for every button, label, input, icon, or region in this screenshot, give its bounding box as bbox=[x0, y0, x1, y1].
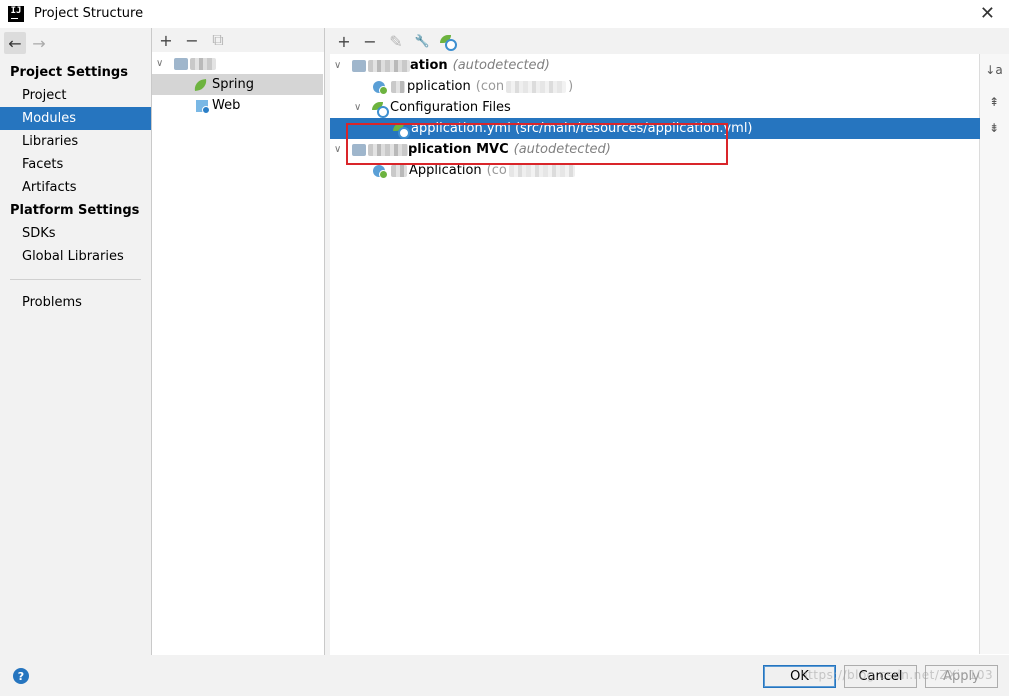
autodetected-note: (autodetected) bbox=[452, 58, 550, 73]
nav-item-sdks[interactable]: SDKs bbox=[0, 222, 151, 245]
add-icon[interactable]: + bbox=[336, 32, 352, 51]
config-file-row[interactable]: application.yml (src/main/resources/appl… bbox=[330, 118, 980, 139]
spring-config-icon[interactable] bbox=[440, 34, 457, 51]
platform-settings-heading: Platform Settings bbox=[10, 203, 140, 218]
dialog-footer: ? OK Cancel Apply bbox=[0, 655, 1009, 696]
title-bar: IJ Project Structure ✕ bbox=[0, 0, 1009, 28]
tree-side-toolbar: ↓a ⇞ ⇟ bbox=[980, 54, 1009, 654]
copy-icon[interactable]: ⧉ bbox=[210, 30, 226, 49]
chevron-down-icon[interactable]: ∨ bbox=[156, 58, 168, 69]
spring-toolbar: + − ✎ 🔧 bbox=[330, 28, 1009, 54]
facet-row-web[interactable]: Web bbox=[152, 95, 323, 116]
redacted-path bbox=[508, 164, 575, 177]
nav-item-facets[interactable]: Facets bbox=[0, 153, 151, 176]
nav-item-artifacts[interactable]: Artifacts bbox=[0, 176, 151, 199]
context-group-label: ation bbox=[410, 58, 448, 73]
context-item-row[interactable]: Application (co bbox=[330, 160, 980, 181]
cancel-button[interactable]: Cancel bbox=[844, 665, 917, 688]
add-icon[interactable]: + bbox=[158, 31, 174, 50]
context-group-row[interactable]: ∨ plication MVC (autodetected) bbox=[330, 139, 980, 160]
modules-panel: + − ⧉ ∨ Spring Web bbox=[152, 28, 324, 655]
context-item-path-open: (con bbox=[475, 79, 505, 94]
redacted-module-name bbox=[190, 57, 216, 70]
back-arrow-icon[interactable]: ← bbox=[4, 32, 26, 54]
expand-all-icon[interactable]: ⇞ bbox=[986, 94, 1002, 110]
collapse-all-icon[interactable]: ⇟ bbox=[986, 120, 1002, 136]
facet-label: Spring bbox=[212, 77, 254, 92]
chevron-down-icon[interactable]: ∨ bbox=[354, 102, 366, 113]
window-title: Project Structure bbox=[34, 6, 144, 21]
apply-button[interactable]: Apply bbox=[925, 665, 998, 688]
close-icon[interactable]: ✕ bbox=[980, 3, 995, 24]
redacted-name bbox=[391, 164, 407, 177]
nav-separator bbox=[10, 279, 141, 280]
module-icon bbox=[352, 143, 366, 156]
config-files-label: Configuration Files bbox=[390, 100, 511, 115]
spring-bean-icon bbox=[373, 164, 388, 179]
facet-row-spring[interactable]: Spring bbox=[152, 74, 323, 95]
settings-nav: ← → Project Settings Project Modules Lib… bbox=[0, 28, 151, 655]
ok-button[interactable]: OK bbox=[763, 665, 836, 688]
nav-item-global-libraries[interactable]: Global Libraries bbox=[0, 245, 151, 268]
project-settings-heading: Project Settings bbox=[10, 65, 128, 80]
context-group-row[interactable]: ∨ ation (autodetected) bbox=[330, 55, 980, 76]
redacted-name bbox=[368, 59, 410, 72]
nav-item-modules[interactable]: Modules bbox=[0, 107, 151, 130]
sort-alpha-icon[interactable]: ↓a bbox=[985, 62, 1002, 78]
context-item-path-close: ) bbox=[568, 79, 574, 94]
spring-config-icon bbox=[393, 122, 410, 139]
nav-item-problems[interactable]: Problems bbox=[0, 291, 151, 314]
modules-toolbar: + − ⧉ bbox=[152, 28, 324, 52]
forward-arrow-icon[interactable]: → bbox=[28, 32, 50, 54]
wrench-icon[interactable]: 🔧 bbox=[414, 33, 430, 49]
context-item-path-open: (co bbox=[486, 163, 507, 178]
facet-label: Web bbox=[212, 98, 241, 113]
edit-icon[interactable]: ✎ bbox=[388, 32, 404, 51]
nav-arrows: ← → bbox=[4, 32, 50, 54]
autodetected-note: (autodetected) bbox=[513, 142, 611, 157]
spring-context-tree: ∨ ation (autodetected) pplication (con )… bbox=[330, 54, 980, 654]
spring-bean-icon bbox=[373, 80, 388, 95]
spring-config-icon bbox=[372, 101, 389, 118]
redacted-name bbox=[391, 80, 405, 93]
module-row[interactable]: ∨ bbox=[152, 53, 324, 74]
web-icon bbox=[196, 99, 210, 114]
help-icon[interactable]: ? bbox=[13, 668, 29, 684]
redacted-path bbox=[506, 80, 567, 93]
panel-divider bbox=[324, 28, 325, 655]
nav-item-libraries[interactable]: Libraries bbox=[0, 130, 151, 153]
remove-icon[interactable]: − bbox=[362, 32, 378, 51]
intellij-icon: IJ bbox=[8, 6, 24, 22]
spring-facet-panel: + − ✎ 🔧 ∨ ation (autodetected) pplicatio… bbox=[330, 28, 1009, 655]
remove-icon[interactable]: − bbox=[184, 31, 200, 50]
redacted-name bbox=[368, 143, 408, 156]
spring-leaf-icon bbox=[193, 78, 208, 91]
module-icon bbox=[352, 59, 366, 72]
config-file-label: application.yml (src/main/resources/appl… bbox=[411, 121, 753, 136]
chevron-down-icon[interactable]: ∨ bbox=[334, 60, 346, 71]
context-item-label: Application bbox=[409, 163, 482, 178]
nav-item-project[interactable]: Project bbox=[0, 84, 151, 107]
chevron-down-icon[interactable]: ∨ bbox=[334, 144, 346, 155]
context-group-label: plication MVC bbox=[408, 142, 509, 157]
module-icon bbox=[174, 57, 188, 70]
context-item-row[interactable]: pplication (con ) bbox=[330, 76, 980, 97]
config-files-row[interactable]: ∨ Configuration Files bbox=[330, 97, 980, 118]
context-item-label: pplication bbox=[407, 79, 471, 94]
